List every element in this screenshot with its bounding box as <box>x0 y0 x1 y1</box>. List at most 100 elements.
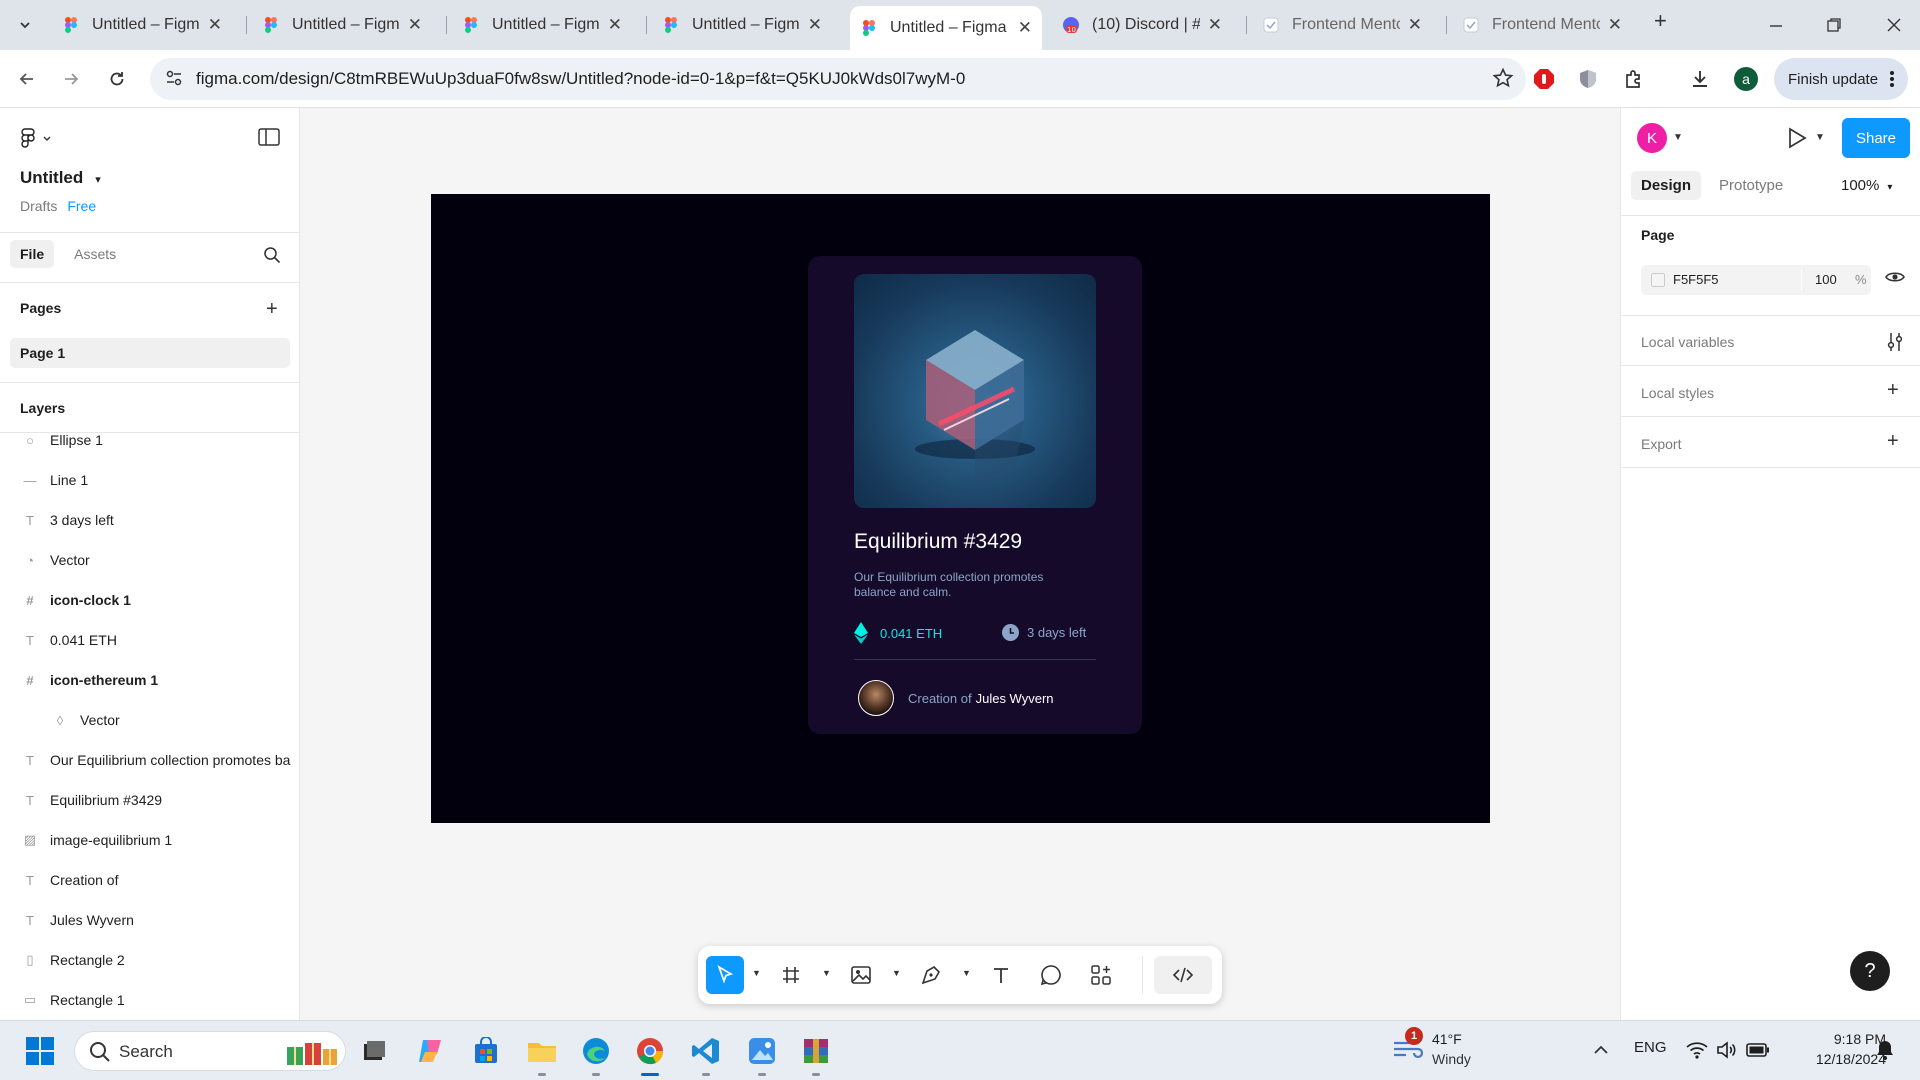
back-button[interactable] <box>12 64 42 94</box>
start-button[interactable] <box>20 1031 60 1071</box>
chevron-down-icon[interactable]: ▼ <box>822 968 831 978</box>
toggle-sidebar-button[interactable] <box>258 128 280 151</box>
vscode-app[interactable] <box>686 1031 726 1071</box>
layer-row[interactable]: T Jules Wyvern <box>0 900 299 940</box>
dev-mode-toggle[interactable] <box>1154 956 1212 994</box>
browser-tab-active[interactable]: Untitled – Figma ✕ <box>850 6 1042 50</box>
browser-tab[interactable]: Untitled – Figma ✕ <box>652 6 832 44</box>
close-icon[interactable]: ✕ <box>1018 18 1032 38</box>
adblock-extension[interactable] <box>1530 65 1558 93</box>
new-tab-button[interactable]: + <box>1654 8 1667 34</box>
wifi-icon[interactable] <box>1686 1040 1708 1060</box>
fill-hex-value[interactable]: F5F5F5 <box>1673 272 1719 287</box>
profile-avatar[interactable]: a <box>1732 65 1760 93</box>
text-tool-button[interactable] <box>986 956 1016 994</box>
layer-row[interactable]: ◊ Vector <box>0 700 299 740</box>
zoom-dropdown[interactable]: 100% ▾ <box>1841 177 1892 194</box>
layer-row[interactable]: ▨ image-equilibrium 1 <box>0 820 299 860</box>
plan-badge[interactable]: Free <box>67 198 96 214</box>
forward-button[interactable] <box>56 64 86 94</box>
drafts-link[interactable]: Drafts <box>20 198 57 214</box>
address-bar[interactable]: figma.com/design/C8tmRBEWuUp3duaF0fw8sw/… <box>150 58 1526 100</box>
close-icon[interactable]: ✕ <box>208 15 222 35</box>
local-variables-title[interactable]: Local variables <box>1641 334 1734 350</box>
card-divider[interactable] <box>854 659 1096 660</box>
fill-opacity-value[interactable]: 100 <box>1815 272 1837 287</box>
price-label[interactable]: 0.041 ETH <box>880 626 942 641</box>
page-fill-input[interactable]: F5F5F5 100 % <box>1641 265 1871 295</box>
task-view-button[interactable] <box>354 1031 394 1071</box>
layer-row[interactable]: T Our Equilibrium collection promotes ba <box>0 740 299 780</box>
main-menu-button[interactable] <box>20 128 52 150</box>
frame-tool-button[interactable] <box>776 956 806 994</box>
chevron-down-icon[interactable]: ▼ <box>962 968 971 978</box>
eye-icon[interactable] <box>1885 270 1905 284</box>
page-item[interactable]: Page 1 <box>10 338 290 368</box>
layer-row[interactable]: — Line 1 <box>0 460 299 500</box>
plus-icon[interactable]: + <box>1887 379 1899 402</box>
browser-tab[interactable]: Untitled – Figma ✕ <box>252 6 432 44</box>
file-name-button[interactable]: Untitled ▾ <box>20 168 101 188</box>
pen-tool-button[interactable] <box>916 956 946 994</box>
battery-icon[interactable] <box>1746 1042 1770 1058</box>
file-explorer-app[interactable] <box>522 1031 562 1071</box>
chevron-down-icon[interactable]: ▼ <box>752 968 761 978</box>
time-left-label[interactable]: 3 days left <box>1027 625 1086 640</box>
chevron-down-icon[interactable]: ▼ <box>892 968 901 978</box>
browser-tab[interactable]: Frontend Mento ✕ <box>1452 6 1632 44</box>
window-close-icon[interactable] <box>1886 17 1902 33</box>
layer-row[interactable]: T 0.041 ETH <box>0 620 299 660</box>
volume-icon[interactable] <box>1716 1040 1738 1060</box>
chevron-down-icon[interactable]: ▼ <box>1673 132 1683 143</box>
reload-button[interactable] <box>102 64 132 94</box>
color-swatch[interactable] <box>1651 273 1665 287</box>
chevron-up-icon[interactable] <box>1592 1041 1610 1059</box>
close-icon[interactable]: ✕ <box>608 15 622 35</box>
restore-icon[interactable] <box>1826 17 1842 33</box>
ethereum-icon[interactable] <box>854 622 868 644</box>
layer-row[interactable]: ▭ Rectangle 1 <box>0 980 299 1020</box>
close-icon[interactable]: ✕ <box>408 15 422 35</box>
browser-tab[interactable]: Untitled – Figma ✕ <box>52 6 232 44</box>
layer-row[interactable]: T Creation of <box>0 860 299 900</box>
user-avatar[interactable]: K <box>1637 123 1667 153</box>
close-icon[interactable]: ✕ <box>1608 15 1622 35</box>
close-icon[interactable]: ✕ <box>1408 15 1422 35</box>
card-description[interactable]: Our Equilibrium collection promotes bala… <box>854 570 1084 600</box>
browser-tab[interactable]: Untitled – Figma ✕ <box>452 6 632 44</box>
bookmark-star-icon[interactable] <box>1492 67 1514 89</box>
store-app[interactable] <box>466 1031 506 1071</box>
play-icon[interactable] <box>1787 127 1807 149</box>
creator-avatar[interactable] <box>858 680 894 716</box>
tab-prototype[interactable]: Prototype <box>1709 171 1793 200</box>
close-icon[interactable]: ✕ <box>808 15 822 35</box>
layer-row[interactable]: T 3 days left <box>0 500 299 540</box>
layer-row[interactable]: ◔ Vector <box>0 540 299 580</box>
photos-app[interactable] <box>742 1031 782 1071</box>
tab-file[interactable]: File <box>10 240 55 268</box>
taskbar-search[interactable]: Search <box>74 1031 346 1071</box>
browser-tab[interactable]: Frontend Mento ✕ <box>1252 6 1432 44</box>
browser-tab[interactable]: 10 (10) Discord | # ✕ <box>1052 6 1232 44</box>
minimize-icon[interactable] <box>1768 18 1784 34</box>
creator-name[interactable]: Jules Wyvern <box>976 691 1054 706</box>
language-indicator[interactable]: ENG <box>1634 1039 1667 1056</box>
design-canvas[interactable]: Equilibrium #3429 Our Equilibrium collec… <box>300 108 1620 1020</box>
layer-row[interactable]: T Equilibrium #3429 <box>0 780 299 820</box>
local-styles-title[interactable]: Local styles <box>1641 385 1714 401</box>
chevron-down-icon[interactable]: ▼ <box>1815 132 1825 143</box>
export-title[interactable]: Export <box>1641 436 1681 452</box>
clock-date[interactable]: 12/18/2024 <box>1786 1051 1886 1067</box>
help-button[interactable]: ? <box>1850 951 1890 991</box>
extensions-button[interactable] <box>1620 65 1648 93</box>
tab-design[interactable]: Design <box>1631 171 1702 200</box>
actions-tool-button[interactable] <box>1086 956 1116 994</box>
share-button[interactable]: Share <box>1842 118 1910 158</box>
clock-icon[interactable] <box>1002 624 1019 641</box>
move-tool-button[interactable] <box>706 956 744 994</box>
layer-row[interactable]: # icon-clock 1 <box>0 580 299 620</box>
copilot-app[interactable] <box>410 1031 450 1071</box>
creation-prefix[interactable]: Creation of <box>908 691 972 706</box>
shield-extension[interactable] <box>1574 65 1602 93</box>
comment-tool-button[interactable] <box>1036 956 1066 994</box>
